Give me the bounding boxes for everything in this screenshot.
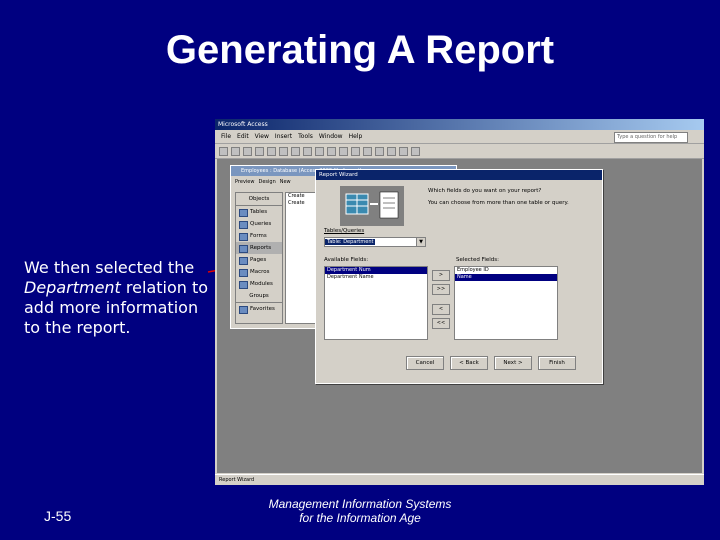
list-item[interactable]: Name <box>455 274 557 281</box>
object-forms[interactable]: Forms <box>236 230 282 242</box>
group-favorites[interactable]: Favorites <box>236 303 282 315</box>
finish-button[interactable]: Finish <box>538 356 576 370</box>
slide-number: J-55 <box>44 508 72 524</box>
tables-queries-value: Table: Department <box>325 239 376 245</box>
menu-window[interactable]: Window <box>319 133 343 140</box>
available-fields-label: Available Fields: <box>324 257 369 263</box>
code-icon[interactable] <box>363 146 372 156</box>
analyze-icon[interactable] <box>351 146 360 156</box>
new-object-icon[interactable] <box>399 146 408 156</box>
menu-help[interactable]: Help <box>349 133 363 140</box>
menu-view[interactable]: View <box>255 133 269 140</box>
slide-footer: Management Information Systems for the I… <box>250 497 470 525</box>
paste-icon[interactable] <box>315 146 324 156</box>
cut-icon[interactable] <box>291 146 300 156</box>
links-icon[interactable] <box>339 146 348 156</box>
list-item[interactable]: Department Name <box>325 274 427 281</box>
db-preview-button[interactable]: Preview <box>235 179 254 185</box>
wizard-button-row: Cancel < Back Next > Finish <box>406 356 576 370</box>
access-statusbar: Report Wizard <box>215 474 704 485</box>
preview-icon[interactable] <box>267 146 276 156</box>
objects-list: Create Create <box>285 192 317 324</box>
db-new-button[interactable]: New <box>280 179 291 185</box>
object-reports[interactable]: Reports <box>236 242 282 254</box>
object-pages[interactable]: Pages <box>236 254 282 266</box>
next-button[interactable]: Next > <box>494 356 532 370</box>
list-item[interactable]: Create <box>286 193 316 200</box>
copy-icon[interactable] <box>303 146 312 156</box>
access-window: Microsoft Access File Edit View Insert T… <box>215 119 704 485</box>
list-item[interactable]: Create <box>286 200 316 207</box>
selected-fields-list[interactable]: Employee ID Name <box>454 266 558 340</box>
tables-queries-select[interactable]: Table: Department ▼ <box>324 237 426 247</box>
objects-header[interactable]: Objects <box>236 193 282 206</box>
wizard-question: Which fields do you want on your report? <box>428 188 542 194</box>
object-modules[interactable]: Modules <box>236 278 282 290</box>
menu-edit[interactable]: Edit <box>237 133 249 140</box>
object-macros[interactable]: Macros <box>236 266 282 278</box>
help-icon[interactable] <box>411 146 420 156</box>
list-item[interactable]: Department Num <box>325 267 427 274</box>
remove-all-fields-button[interactable]: << <box>432 318 450 329</box>
back-button[interactable]: < Back <box>450 356 488 370</box>
selected-fields-label: Selected Fields: <box>456 257 500 263</box>
open-icon[interactable] <box>231 146 240 156</box>
wizard-hint: You can choose from more than one table … <box>428 200 569 206</box>
available-fields-list[interactable]: Department Num Department Name <box>324 266 428 340</box>
new-icon[interactable] <box>219 146 228 156</box>
remove-field-button[interactable]: < <box>432 304 450 315</box>
footer-line-2: for the Information Age <box>299 511 421 525</box>
footer-line-1: Management Information Systems <box>268 497 452 511</box>
report-wizard-dialog: Report Wizard Which fields do you want o… <box>315 169 603 384</box>
spelling-icon[interactable] <box>279 146 288 156</box>
cancel-button[interactable]: Cancel <box>406 356 444 370</box>
access-workspace: Employees : Database (Access 2000 file f… <box>217 159 702 473</box>
menu-insert[interactable]: Insert <box>275 133 292 140</box>
groups-header[interactable]: Groups <box>236 290 282 303</box>
add-all-fields-button[interactable]: >> <box>432 284 450 295</box>
add-field-button[interactable]: > <box>432 270 450 281</box>
list-item[interactable]: Employee ID <box>455 267 557 274</box>
properties-icon[interactable] <box>375 146 384 156</box>
db-design-button[interactable]: Design <box>258 179 275 185</box>
menu-tools[interactable]: Tools <box>298 133 313 140</box>
menu-file[interactable]: File <box>221 133 231 140</box>
objects-bar: Objects Tables Queries Forms Reports Pag… <box>235 192 283 324</box>
save-icon[interactable] <box>243 146 252 156</box>
chevron-down-icon[interactable]: ▼ <box>416 238 425 246</box>
print-icon[interactable] <box>255 146 264 156</box>
object-tables[interactable]: Tables <box>236 206 282 218</box>
report-wizard-illustration-icon <box>340 186 404 226</box>
report-wizard-title: Report Wizard <box>316 170 602 180</box>
access-titlebar: Microsoft Access <box>215 119 704 130</box>
relationships-icon[interactable] <box>387 146 396 156</box>
ask-question-box[interactable]: Type a question for help <box>614 132 688 143</box>
tables-queries-label: Tables/Queries <box>324 228 365 234</box>
object-queries[interactable]: Queries <box>236 218 282 230</box>
access-toolbar <box>215 144 704 159</box>
undo-icon[interactable] <box>327 146 336 156</box>
